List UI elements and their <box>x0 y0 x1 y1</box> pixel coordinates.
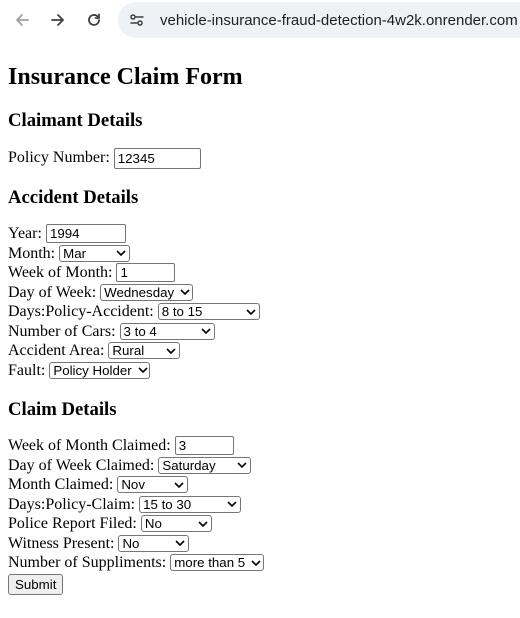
arrow-right-icon <box>51 14 64 26</box>
site-settings-icon[interactable] <box>128 11 146 29</box>
year-input[interactable] <box>45 224 126 244</box>
days-policy-claim-label: Days:Policy-Claim: <box>8 495 136 513</box>
chevron-down-icon <box>138 367 148 374</box>
submit-button[interactable]: Submit <box>8 573 64 595</box>
browser-toolbar: vehicle-insurance-fraud-detection-4w2k.o… <box>0 0 520 40</box>
days-policy-claim-select-value: 15 to 30 <box>143 496 192 512</box>
chevron-down-icon <box>198 521 208 527</box>
chevron-down-icon <box>227 501 237 508</box>
week-of-month-input[interactable] <box>116 263 176 283</box>
arrow-left-icon <box>16 14 29 26</box>
policy-number-input[interactable] <box>113 147 201 169</box>
police-report-select[interactable]: No <box>140 515 212 533</box>
number-of-cars-select-value: 3 to 4 <box>123 323 157 339</box>
accident-area-label: Accident Area: <box>8 342 105 359</box>
day-of-week-select-value: Wednesday <box>104 284 175 300</box>
fault-label: Fault: <box>8 361 46 379</box>
number-of-suppliments-label: Number of Suppliments: <box>8 554 167 571</box>
day-of-week-claimed-select[interactable]: Saturday <box>158 456 252 474</box>
days-policy-accident-label: Days:Policy-Accident: <box>8 303 154 320</box>
policy-number-label: Policy Number: <box>8 149 110 167</box>
chevron-down-icon <box>175 540 186 547</box>
number-of-suppliments-select-value: more than 5 <box>174 555 246 571</box>
claimant-details-heading: Claimant Details <box>8 110 143 131</box>
chevron-down-icon <box>237 462 247 469</box>
accident-area-select[interactable]: Rural <box>108 342 181 360</box>
claim-details-heading: Claim Details <box>8 399 117 420</box>
fault-select-value: Policy Holder <box>53 362 132 378</box>
number-of-cars-label: Number of Cars: <box>8 322 116 340</box>
month-claimed-label: Month Claimed: <box>8 476 114 493</box>
accident-details-heading: Accident Details <box>8 187 139 208</box>
week-of-month-claimed-label: Week of Month Claimed: <box>8 437 171 454</box>
month-claimed-select[interactable]: Nov <box>117 476 189 494</box>
month-select-value: Mar <box>63 245 87 261</box>
month-claimed-select-value: Nov <box>121 477 145 493</box>
fault-select[interactable]: Policy Holder <box>49 361 151 379</box>
accident-area-select-value: Rural <box>112 343 145 359</box>
police-report-select-value: No <box>144 516 162 532</box>
url-text: vehicle-insurance-fraud-detection-4w2k.o… <box>160 11 518 29</box>
days-policy-accident-select[interactable]: 8 to 15 <box>157 303 260 321</box>
year-label: Year: <box>8 225 42 242</box>
reload-icon <box>88 13 100 26</box>
chevron-down-icon <box>180 289 190 296</box>
number-of-cars-select[interactable]: 3 to 4 <box>119 322 215 340</box>
chevron-down-icon <box>246 309 256 315</box>
day-of-week-select[interactable]: Wednesday <box>100 283 194 301</box>
page-title: Insurance Claim Form <box>8 64 243 90</box>
days-policy-claim-select[interactable]: 15 to 30 <box>139 495 242 513</box>
witness-present-label: Witness Present: <box>8 534 115 552</box>
month-select[interactable]: Mar <box>59 244 131 262</box>
day-of-week-claimed-label: Day of Week Claimed: <box>8 456 155 474</box>
day-of-week-claimed-select-value: Saturday <box>162 457 216 473</box>
chevron-down-icon <box>166 348 176 354</box>
number-of-suppliments-select[interactable]: more than 5 <box>170 554 265 572</box>
days-policy-accident-select-value: 8 to 15 <box>161 304 203 320</box>
month-label: Month: <box>8 244 56 262</box>
witness-present-select[interactable]: No <box>118 534 190 552</box>
forward-button[interactable] <box>44 6 72 34</box>
week-of-month-label: Week of Month: <box>8 264 113 281</box>
day-of-week-label: Day of Week: <box>8 283 97 301</box>
claim-form: Insurance Claim Form Claimant Details Po… <box>0 61 520 595</box>
chevron-down-icon <box>116 250 126 257</box>
address-bar[interactable]: vehicle-insurance-fraud-detection-4w2k.o… <box>118 2 520 38</box>
police-report-label: Police Report Filed: <box>8 515 137 532</box>
chevron-down-icon <box>200 328 211 335</box>
chevron-down-icon <box>174 482 184 488</box>
witness-present-select-value: No <box>122 535 140 551</box>
reload-button[interactable] <box>80 6 108 34</box>
chevron-down-icon <box>251 560 261 566</box>
week-of-month-claimed-input[interactable] <box>174 436 234 456</box>
back-button[interactable] <box>8 6 36 34</box>
